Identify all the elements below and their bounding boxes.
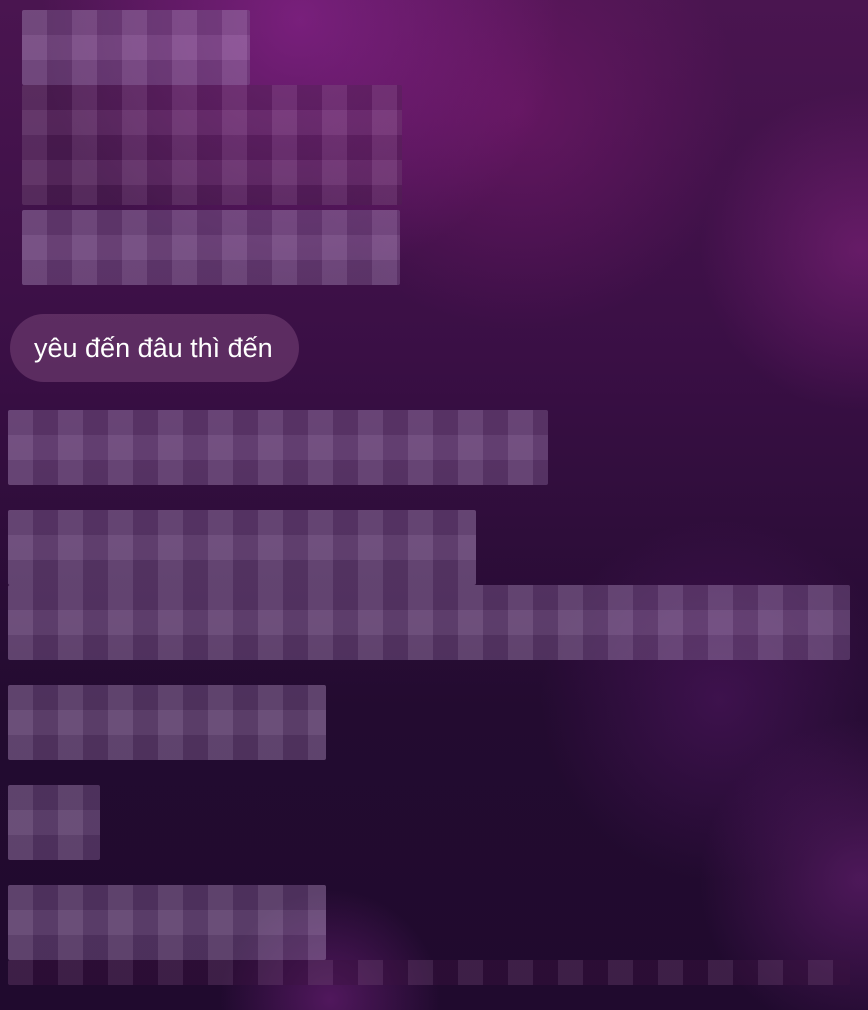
redacted-message [22,10,250,85]
redacted-message [8,885,326,960]
redacted-message [8,685,326,760]
redacted-message [22,210,400,285]
redacted-message-area [22,85,402,205]
message-text: yêu đến đâu thì đến [34,333,273,363]
redacted-message [8,410,548,485]
redacted-message-area [8,960,850,985]
message-bubble: yêu đến đâu thì đến [10,314,299,382]
redacted-message [8,585,850,660]
redacted-message [8,510,476,585]
redacted-message [8,785,100,860]
